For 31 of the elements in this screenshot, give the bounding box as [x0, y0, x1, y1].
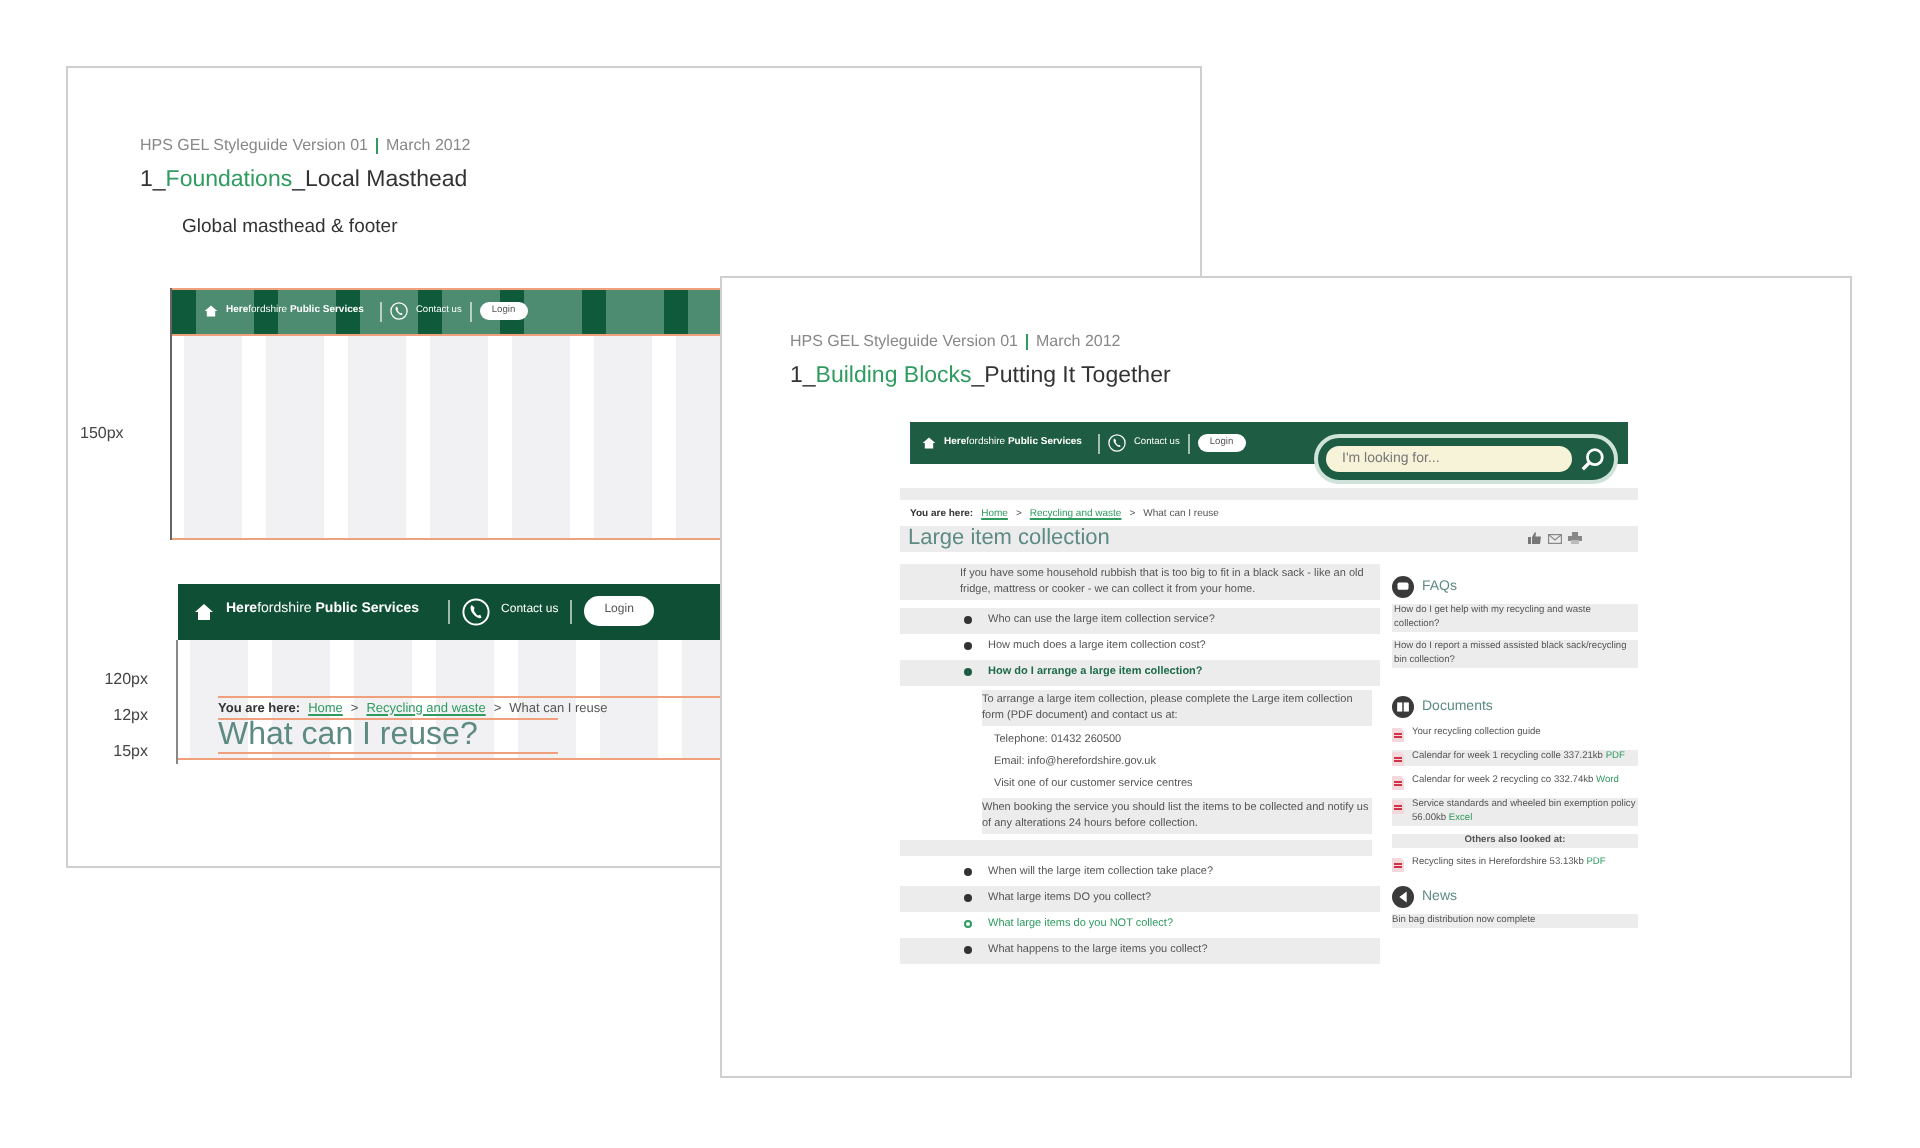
- book-icon: [1392, 695, 1414, 718]
- section-subtitle: Global masthead & footer: [182, 214, 400, 243]
- house-icon: [922, 436, 936, 451]
- version-label: HPS GEL Styleguide Version 01: [790, 330, 1018, 354]
- dimension-label: 12px: [113, 703, 148, 727]
- page-heading: Large item collection: [908, 525, 1110, 552]
- pdf-file-icon: [1392, 857, 1404, 872]
- chat-bubble-icon: [1392, 575, 1414, 598]
- version-label: HPS GEL Styleguide Version 01: [140, 134, 368, 158]
- search-icon: [1580, 446, 1606, 473]
- dimension-label: 150px: [80, 421, 124, 445]
- phone-icon: [389, 302, 408, 320]
- pdf-file-icon: [1392, 751, 1404, 766]
- thumbs-up-icon[interactable]: [1528, 532, 1542, 545]
- phone-icon: [1107, 434, 1126, 453]
- print-icon[interactable]: [1568, 532, 1582, 545]
- date-label: March 2012: [1036, 330, 1121, 354]
- dimension-label: 15px: [113, 739, 148, 763]
- mail-icon[interactable]: [1548, 533, 1562, 544]
- pdf-file-icon: [1392, 727, 1404, 742]
- sheet-title: 1_Building Blocks_Putting It Together: [790, 362, 1173, 392]
- house-icon: [194, 601, 214, 621]
- house-icon: [204, 304, 218, 318]
- sheet-title: 1_Foundations_Local Masthead: [140, 166, 470, 196]
- phone-icon: [461, 597, 490, 625]
- news-icon: [1392, 885, 1414, 908]
- date-label: March 2012: [386, 134, 471, 158]
- pdf-file-icon: [1392, 799, 1404, 814]
- dimension-label: 120px: [104, 667, 148, 691]
- pdf-file-icon: [1392, 775, 1404, 790]
- page-heading: What can I reuse?: [218, 718, 558, 755]
